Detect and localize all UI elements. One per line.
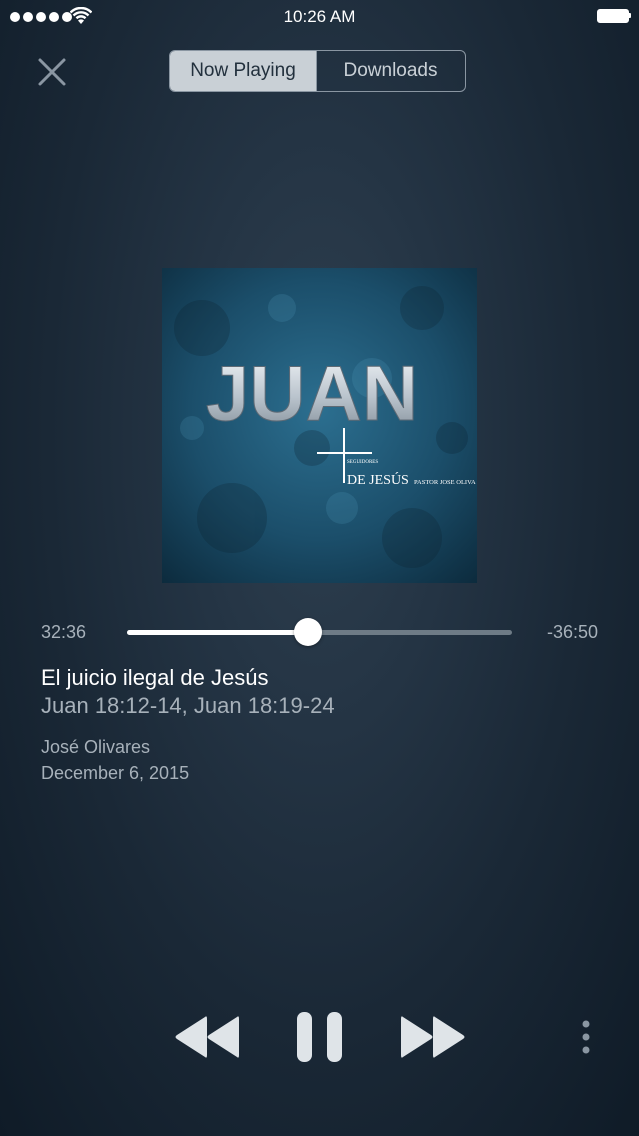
close-icon <box>38 58 66 86</box>
tab-downloads[interactable]: Downloads <box>317 51 464 91</box>
track-title: El juicio ilegal de Jesús <box>41 665 269 690</box>
track-speaker: José Olivares <box>41 737 151 757</box>
elapsed-time: 32:36 <box>41 622 87 642</box>
rewind-button[interactable] <box>172 1005 242 1069</box>
playback-controls <box>0 1005 639 1069</box>
album-art-title: JUAN <box>206 349 418 437</box>
track-passage: Juan 18:12-14, Juan 18:19-24 <box>41 693 335 718</box>
battery-icon <box>597 9 631 23</box>
view-segmented-control: Now Playing Downloads <box>169 50 466 92</box>
status-time: 10:26 AM <box>283 7 356 26</box>
rewind-icon <box>175 1016 239 1058</box>
fast-forward-button[interactable] <box>398 1005 468 1069</box>
album-art: JUAN SEGUIDORES DE JESÚS PASTOR JOSE OLI… <box>162 268 477 583</box>
album-art-caption-small: SEGUIDORES <box>347 460 378 465</box>
fast-forward-icon <box>401 1016 465 1058</box>
track-date: December 6, 2015 <box>41 763 190 783</box>
pause-button[interactable] <box>292 1005 348 1069</box>
track-info: El juicio ilegal de Jesús Juan 18:12-14,… <box>41 664 601 786</box>
progress-thumb[interactable] <box>293 618 322 646</box>
more-icon <box>582 1020 590 1054</box>
tab-now-playing[interactable]: Now Playing <box>170 51 317 91</box>
more-button[interactable] <box>570 1005 602 1069</box>
close-button[interactable] <box>30 50 74 94</box>
playback-scrubber: 32:36 -36:50 <box>0 612 639 652</box>
remaining-time: -36:50 <box>546 622 598 642</box>
progress-fill <box>127 630 308 635</box>
album-art-byline: PASTOR JOSE OLIVA <box>414 479 476 486</box>
pause-icon <box>297 1012 342 1062</box>
status-bar: 10:26 AM <box>0 0 639 34</box>
album-art-caption: DE JESÚS <box>347 471 409 488</box>
